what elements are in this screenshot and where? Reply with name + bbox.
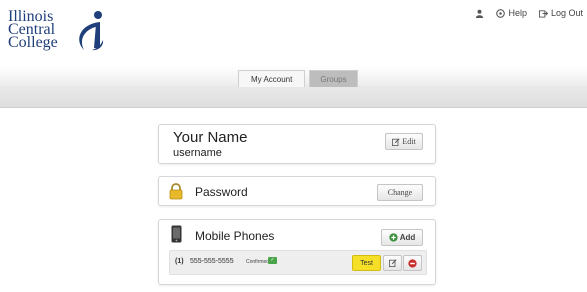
logo-swoosh-icon <box>79 11 104 51</box>
mobile-phone-icon <box>171 225 182 243</box>
phone-number: 555-555-5555 <box>190 258 234 265</box>
minus-circle-icon <box>408 258 417 268</box>
mobile-phones-card: Mobile Phones Add (1) 555-555-5555 Confi… <box>158 219 436 285</box>
change-password-button[interactable]: Change <box>377 184 423 201</box>
top-links: Help Log Out <box>475 8 583 18</box>
logout-icon <box>538 9 548 18</box>
help-label: Help <box>508 8 527 18</box>
edit-phone-button[interactable] <box>383 255 402 271</box>
profile-name: Your Name <box>173 129 248 146</box>
lock-icon <box>169 183 183 200</box>
logo-line-3: College <box>8 34 58 51</box>
confirmed-status: Confirmed <box>246 259 270 265</box>
college-logo[interactable]: Illinois Central College <box>8 9 118 62</box>
phone-index: (1) <box>175 258 184 265</box>
user-menu[interactable] <box>475 9 484 18</box>
plus-circle-icon <box>389 233 398 242</box>
profile-card: Your Name username Edit <box>158 124 436 164</box>
tab-groups[interactable]: Groups <box>309 70 358 87</box>
edit-icon <box>388 259 397 267</box>
logout-link[interactable]: Log Out <box>538 8 583 18</box>
edit-profile-button[interactable]: Edit <box>385 133 423 150</box>
user-icon <box>476 9 484 18</box>
phone-row: (1) 555-555-5555 Confirmed ✓ Test <box>169 250 427 275</box>
logout-label: Log Out <box>550 8 583 18</box>
add-label: Add <box>399 233 416 242</box>
logo-wordmark: Illinois Central College <box>8 9 58 51</box>
password-card: Password Change <box>158 176 436 206</box>
delete-phone-button[interactable] <box>403 255 422 271</box>
password-label: Password <box>195 185 248 199</box>
test-phone-button[interactable]: Test <box>352 255 381 271</box>
help-circle-icon <box>496 8 506 18</box>
edit-icon <box>392 137 400 146</box>
help-link[interactable]: Help <box>496 8 527 18</box>
mobile-phones-label: Mobile Phones <box>195 229 275 243</box>
edit-label: Edit <box>402 137 416 146</box>
confirmed-check-icon: ✓ <box>268 257 277 264</box>
tab-my-account[interactable]: My Account <box>238 70 306 87</box>
app-header: Illinois Central College Help Log Out <box>0 0 587 66</box>
add-phone-button[interactable]: Add <box>381 229 423 246</box>
profile-username: username <box>173 147 222 159</box>
account-tabs: My Account Groups <box>238 70 358 87</box>
